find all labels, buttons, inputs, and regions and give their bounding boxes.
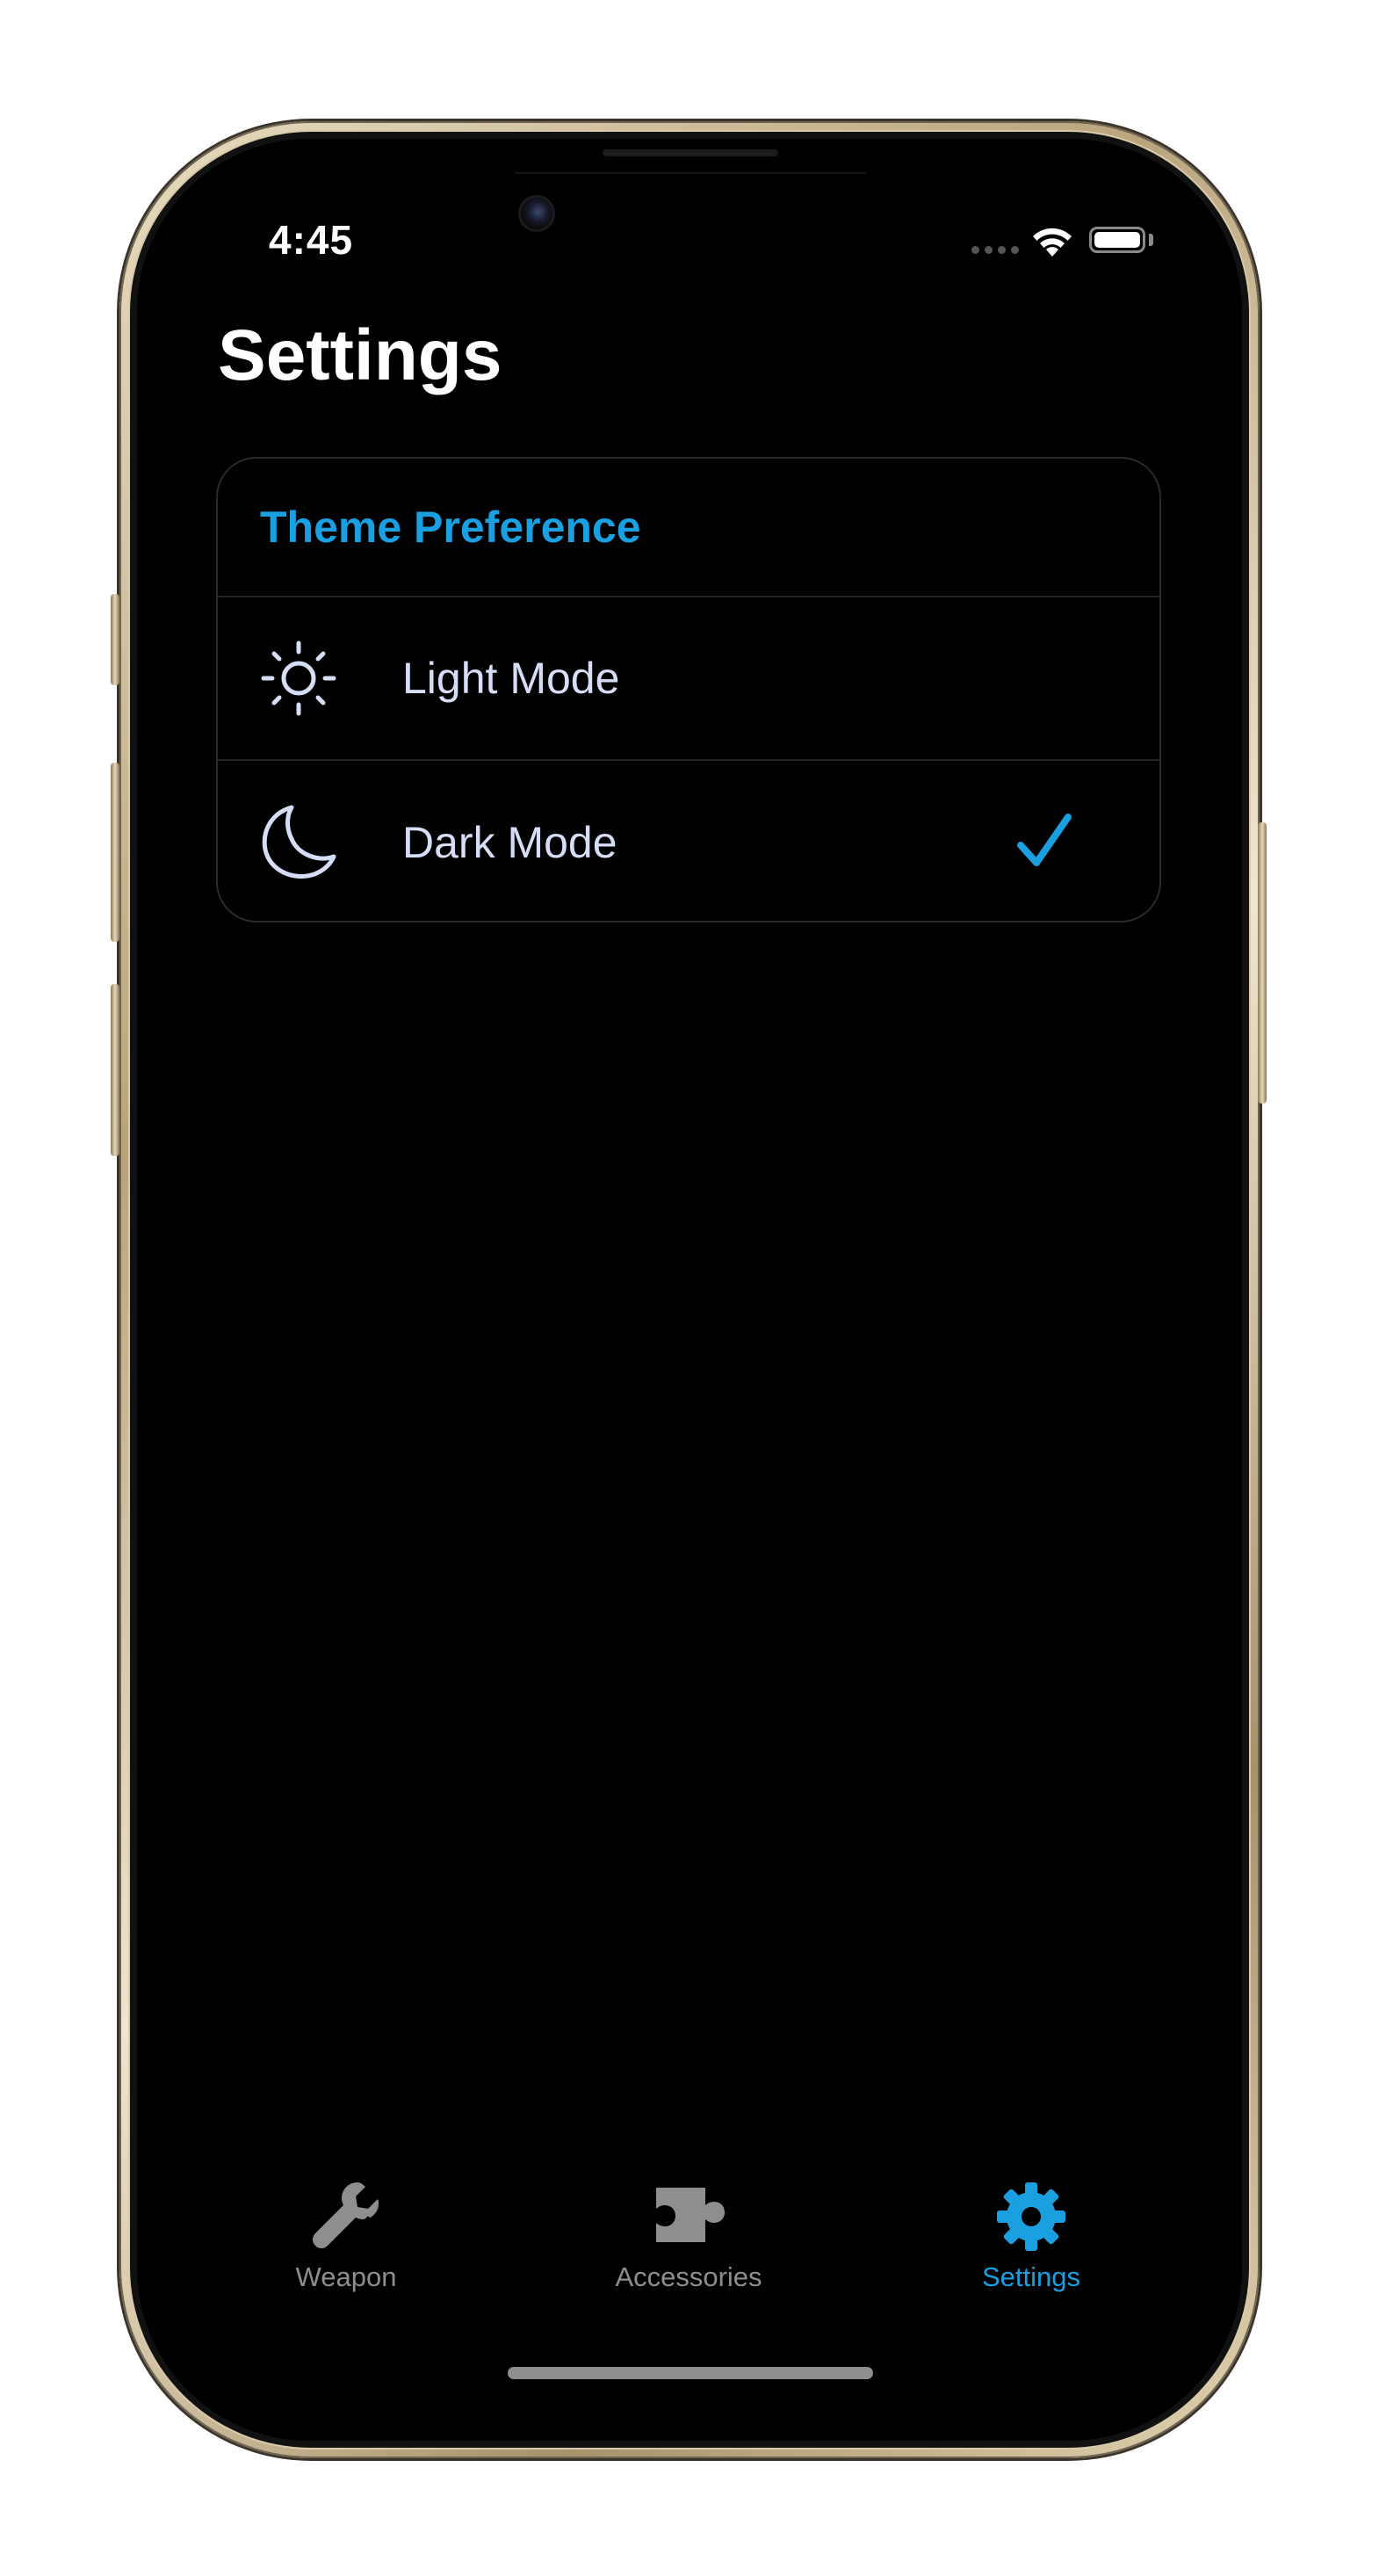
tab-settings-label: Settings: [981, 2261, 1080, 2292]
battery-cap: [1149, 234, 1153, 246]
tab-weapon[interactable]: Weapon: [241, 2177, 451, 2293]
dark-mode-label: Dark Mode: [402, 818, 617, 867]
tab-bar: Weapon Accessories Settings: [137, 2177, 1242, 2318]
tab-weapon-label: Weapon: [295, 2261, 397, 2292]
wifi-icon: [1033, 228, 1072, 257]
battery-icon: [1089, 227, 1145, 253]
action-button: [111, 594, 119, 685]
side-button: [1258, 822, 1267, 1103]
speaker-grille: [603, 149, 778, 156]
volume-down-button: [111, 984, 119, 1156]
page-title: Settings: [218, 315, 502, 395]
checkmark-icon: [1017, 814, 1072, 866]
tab-accessories-label: Accessories: [615, 2261, 762, 2292]
dark-mode-option[interactable]: Dark Mode: [218, 761, 1159, 921]
front-camera: [518, 195, 555, 232]
phone-screen: 4:45 Settings Theme Preference Light Mod…: [137, 139, 1242, 2441]
tab-settings[interactable]: Settings: [926, 2177, 1137, 2293]
wrench-icon: [313, 2182, 379, 2248]
sensor-line: [515, 172, 866, 174]
cellular-signal-icon: [971, 246, 1019, 254]
home-indicator[interactable]: [508, 2367, 873, 2379]
light-mode-label: Light Mode: [402, 654, 620, 703]
volume-up-button: [111, 763, 119, 942]
light-mode-option[interactable]: Light Mode: [218, 597, 1159, 761]
puzzle-icon: [656, 2188, 725, 2242]
moon-icon: [262, 805, 336, 879]
tab-accessories[interactable]: Accessories: [583, 2177, 794, 2293]
section-header: Theme Preference: [218, 459, 1159, 597]
sun-icon: [261, 640, 336, 716]
gear-icon: [997, 2182, 1065, 2251]
theme-preference-card: Theme Preference Light Mode Dark Mode: [216, 457, 1161, 923]
status-time: 4:45: [269, 217, 354, 263]
